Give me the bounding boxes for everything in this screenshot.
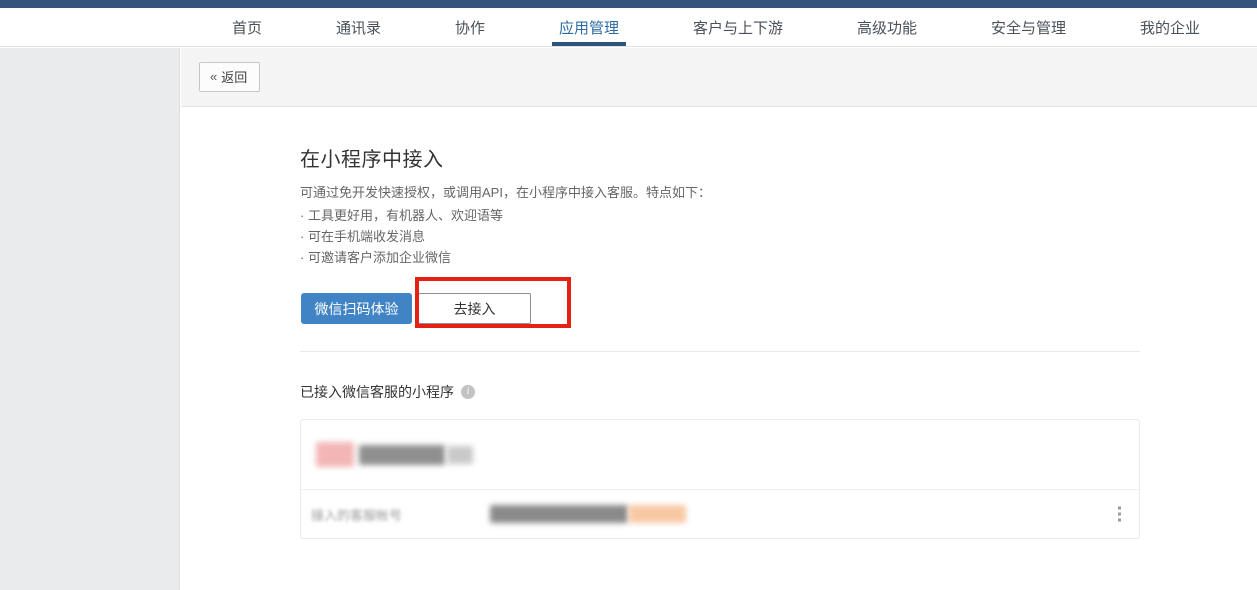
nav-tab-label: 安全与管理: [985, 17, 1072, 38]
connected-account-label: 接入的客服帐号: [311, 505, 402, 524]
nav-tab-label: 高级功能: [851, 17, 923, 38]
nav-tab-label: 通讯录: [330, 17, 387, 38]
wechat-scan-experience-button[interactable]: 微信扫码体验: [301, 293, 412, 324]
nav-tab-home[interactable]: 首页: [195, 8, 299, 46]
info-icon[interactable]: i: [461, 385, 475, 399]
nav-tab-label: 协作: [449, 17, 491, 38]
action-button-row: 微信扫码体验 去接入: [300, 293, 1140, 324]
nav-tab-my-enterprise[interactable]: 我的企业: [1103, 8, 1237, 46]
kebab-dot: [1118, 507, 1121, 510]
feature-item: · 工具更好用，有机器人、欢迎语等: [300, 205, 1257, 226]
connected-account-row: 接入的客服帐号: [301, 489, 1139, 538]
page-description: 可通过免开发快速授权，或调用API，在小程序中接入客服。特点如下：: [300, 183, 1257, 203]
feature-item: · 可邀请客户添加企业微信: [300, 247, 1257, 268]
nav-tab-security-management[interactable]: 安全与管理: [954, 8, 1103, 46]
miniprogram-name-redacted: [359, 445, 445, 465]
nav-tab-label: 首页: [226, 17, 268, 38]
go-connect-button[interactable]: 去接入: [418, 293, 531, 324]
back-chevron-icon: «: [210, 69, 217, 84]
nav-tab-label: 应用管理: [553, 17, 625, 38]
nav-tab-advanced-features[interactable]: 高级功能: [820, 8, 954, 46]
miniprogram-name-redacted-tail: [447, 446, 473, 464]
miniprogram-card: 接入的客服帐号: [300, 419, 1140, 539]
primary-nav: 首页 通讯录 协作 应用管理 客户与上下游 高级功能 安全与管理 我的企业: [0, 8, 1257, 47]
active-tab-underline: [552, 42, 626, 46]
content-panel: « 返回 在小程序中接入 可通过免开发快速授权，或调用API，在小程序中接入客服…: [181, 48, 1257, 590]
account-value-redacted: [490, 505, 628, 523]
connected-miniprograms-title: 已接入微信客服的小程序: [300, 382, 454, 402]
nav-tab-collaboration[interactable]: 协作: [418, 8, 522, 46]
nav-tab-app-management[interactable]: 应用管理: [522, 8, 656, 46]
nav-tab-label: 客户与上下游: [687, 17, 789, 38]
top-titlebar: [0, 0, 1257, 8]
section-divider: [300, 351, 1140, 352]
back-button[interactable]: « 返回: [199, 62, 260, 92]
panel-toolbar: « 返回: [181, 48, 1257, 107]
more-options-button[interactable]: [1114, 503, 1125, 526]
left-sidebar: [0, 48, 180, 590]
account-value-redacted-accent: [629, 505, 686, 523]
connected-miniprograms-header: 已接入微信客服的小程序 i: [300, 382, 1257, 402]
back-button-label: 返回: [221, 67, 247, 86]
feature-item: · 可在手机端收发消息: [300, 226, 1257, 247]
kebab-dot: [1118, 513, 1121, 516]
nav-tab-customers-upstream-downstream[interactable]: 客户与上下游: [656, 8, 820, 46]
nav-tab-label: 我的企业: [1134, 17, 1206, 38]
miniprogram-summary-row: [301, 420, 1139, 489]
feature-list: · 工具更好用，有机器人、欢迎语等 · 可在手机端收发消息 · 可邀请客户添加企…: [300, 205, 1257, 268]
kebab-dot: [1118, 519, 1121, 522]
page-content: 在小程序中接入 可通过免开发快速授权，或调用API，在小程序中接入客服。特点如下…: [181, 107, 1257, 539]
miniprogram-icon-redacted: [316, 442, 354, 467]
page-title: 在小程序中接入: [300, 143, 1257, 172]
nav-tab-contacts[interactable]: 通讯录: [299, 8, 418, 46]
